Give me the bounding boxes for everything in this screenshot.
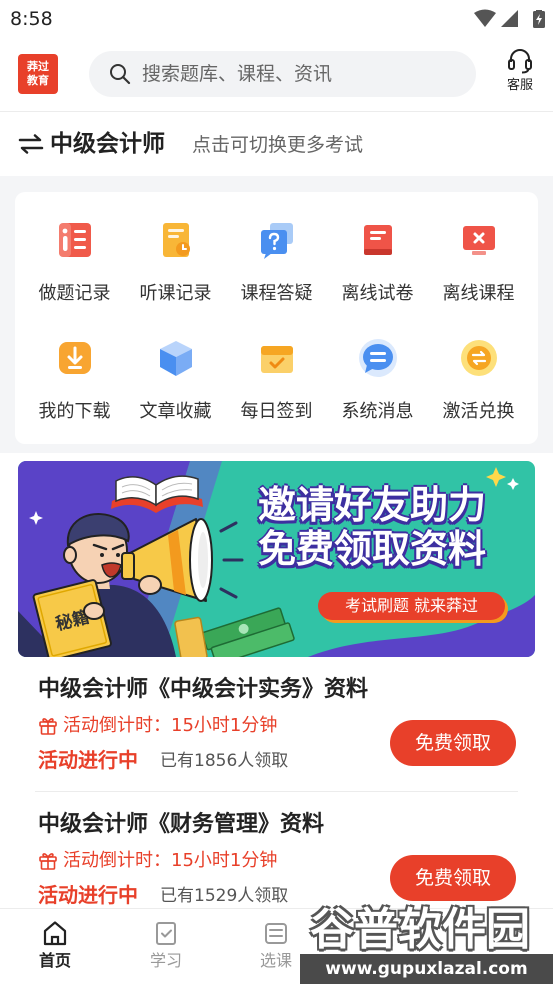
menu-label: 我的下载 bbox=[38, 401, 111, 422]
exam-switch-hint: 点击可切换更多考试 bbox=[192, 134, 364, 156]
status-bar: 8:58 bbox=[0, 0, 553, 38]
status-icons bbox=[474, 9, 545, 28]
daily-checkin-icon bbox=[260, 346, 293, 373]
menu-label: 激活兑换 bbox=[442, 401, 515, 422]
menu-label: 课程答疑 bbox=[240, 283, 313, 304]
menu-label: 离线课程 bbox=[442, 283, 515, 304]
headset-icon bbox=[508, 49, 532, 74]
nav-label: 首页 bbox=[38, 951, 71, 970]
banner-slogan-pill: 考试刷题 就来莽过 bbox=[318, 592, 505, 620]
wifi-icon bbox=[474, 9, 496, 27]
activity-countdown: 活动倒计时：15小时1分钟 bbox=[63, 850, 278, 871]
menu-item-favorite-articles[interactable]: 文章收藏 bbox=[125, 323, 226, 435]
site-watermark: 谷普软件园 www.gupuxlazal.com bbox=[300, 905, 553, 984]
activity-status: 活动进行中 bbox=[38, 748, 138, 772]
customer-service-label: 客服 bbox=[506, 78, 533, 93]
hand-illustration bbox=[83, 602, 105, 620]
home-icon bbox=[43, 921, 67, 946]
menu-label: 离线试卷 bbox=[341, 283, 414, 304]
offline-exam-icon bbox=[363, 225, 392, 255]
material-title: 中级会计师《中级会计实务》资料 bbox=[38, 677, 369, 702]
activate-redeem-icon bbox=[460, 340, 497, 376]
gift-icon bbox=[39, 718, 57, 735]
menu-item-practice-record[interactable]: 做题记录 bbox=[24, 205, 125, 317]
activity-status: 活动进行中 bbox=[38, 883, 138, 907]
download-icon bbox=[58, 342, 91, 374]
nav-label: 选课 bbox=[259, 951, 292, 970]
battery-icon bbox=[533, 10, 545, 28]
exam-switcher[interactable]: 中级会计师 点击可切换更多考试 bbox=[0, 112, 553, 176]
nav-label: 学习 bbox=[149, 951, 182, 970]
study-icon bbox=[156, 922, 176, 945]
claim-free-button[interactable]: 免费领取 bbox=[390, 855, 516, 901]
quick-menu-card: 做题记录 听课记录 课程答疑 离线试卷 离线课程 我的下载 文章收藏 每日签到 … bbox=[15, 192, 538, 444]
practice-record-icon bbox=[58, 223, 91, 257]
customer-service-button[interactable]: 客服 bbox=[496, 46, 544, 104]
menu-label: 文章收藏 bbox=[139, 401, 212, 422]
menu-item-daily-checkin[interactable]: 每日签到 bbox=[226, 323, 327, 435]
menu-label: 系统消息 bbox=[341, 401, 414, 422]
switch-icon bbox=[18, 134, 44, 154]
watermark-url: www.gupuxlazal.com bbox=[300, 954, 553, 984]
activity-countdown: 活动倒计时：15小时1分钟 bbox=[63, 715, 278, 736]
banner-headline: 邀请好友助力 bbox=[258, 483, 487, 527]
offline-course-icon bbox=[462, 226, 495, 255]
claimed-count: 已有1856人领取 bbox=[160, 751, 289, 771]
current-exam-name: 中级会计师 bbox=[50, 131, 165, 157]
banner-subheadline: 免费领取资料 bbox=[258, 527, 487, 571]
menu-item-course-qa[interactable]: 课程答疑 bbox=[226, 205, 327, 317]
menu-item-lecture-record[interactable]: 听课记录 bbox=[125, 205, 226, 317]
nav-item-home[interactable]: 首页 bbox=[0, 909, 110, 984]
logo-line-2: 教育 bbox=[27, 74, 49, 87]
menu-item-activate-redeem[interactable]: 激活兑换 bbox=[428, 323, 529, 435]
course-qa-icon bbox=[260, 223, 293, 259]
nav-item-study[interactable]: 学习 bbox=[111, 909, 221, 984]
search-placeholder: 搜索题库、课程、资讯 bbox=[142, 63, 333, 85]
logo-line-1: 莽过 bbox=[27, 60, 49, 73]
search-icon bbox=[110, 64, 131, 85]
menu-label: 做题记录 bbox=[38, 283, 111, 304]
menu-item-my-downloads[interactable]: 我的下载 bbox=[24, 323, 125, 435]
claimed-count: 已有1529人领取 bbox=[160, 886, 289, 906]
material-item[interactable]: 中级会计师《中级会计实务》资料 活动倒计时：15小时1分钟 活动进行中 已有18… bbox=[0, 657, 553, 792]
course-select-icon bbox=[265, 923, 287, 944]
app-logo[interactable]: 莽过 教育 bbox=[18, 54, 58, 94]
watermark-name: 谷普软件园 bbox=[310, 904, 530, 955]
lecture-record-icon bbox=[162, 223, 190, 257]
gift-icon bbox=[39, 853, 57, 870]
status-time: 8:58 bbox=[10, 8, 53, 30]
favorite-articles-icon bbox=[159, 341, 192, 376]
invite-friends-banner[interactable]: 秘籍 邀请好友助力 免费领取资料 考试刷题 就来莽过 bbox=[18, 461, 535, 657]
menu-label: 每日签到 bbox=[240, 401, 313, 422]
menu-item-offline-exam[interactable]: 离线试卷 bbox=[327, 205, 428, 317]
system-message-icon bbox=[358, 339, 397, 377]
menu-item-offline-course[interactable]: 离线课程 bbox=[428, 205, 529, 317]
app-header: 莽过 教育 搜索题库、课程、资讯 客服 bbox=[0, 38, 553, 112]
signal-icon bbox=[501, 10, 518, 27]
menu-label: 听课记录 bbox=[139, 283, 212, 304]
menu-item-system-message[interactable]: 系统消息 bbox=[327, 323, 428, 435]
search-input[interactable]: 搜索题库、课程、资讯 bbox=[89, 51, 476, 97]
claim-free-button[interactable]: 免费领取 bbox=[390, 720, 516, 766]
material-title: 中级会计师《财务管理》资料 bbox=[38, 812, 325, 837]
